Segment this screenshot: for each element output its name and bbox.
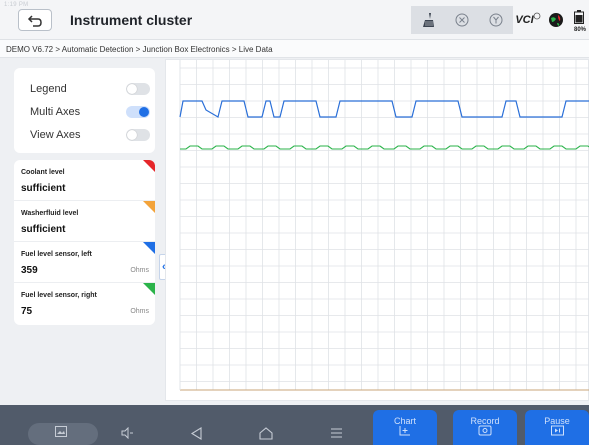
view-axes-switch[interactable] [126,129,150,141]
display-options-panel: Legend Multi Axes View Axes [14,68,155,153]
item-unit: Ohms [130,267,149,274]
item-unit: Ohms [130,308,149,315]
close-circle-icon[interactable] [445,6,479,34]
list-item[interactable]: Washerfluid level sufficient [14,201,155,242]
item-value: 75 [21,306,33,317]
record-icon [453,425,517,439]
legend-label: Legend [30,83,67,95]
list-item[interactable]: Fuel level sensor, right 75 Ohms [14,283,155,324]
vci-icon[interactable]: VCI [513,6,543,34]
item-name: Coolant level [21,169,65,176]
item-value: sufficient [21,224,66,235]
volume-icon[interactable] [121,426,135,441]
page-title: Instrument cluster [70,12,193,28]
legend-switch[interactable] [126,83,150,95]
status-time: 1:19 PM [4,2,29,8]
record-button[interactable]: Record [453,410,517,445]
chart-grid [179,60,589,390]
series-color-marker [143,201,155,213]
series-line-fuel-right [180,145,589,150]
multi-axes-switch[interactable] [126,106,150,118]
back-nav-icon[interactable] [190,427,203,442]
view-axes-label: View Axes [30,129,81,141]
list-item[interactable]: Coolant level sufficient [14,160,155,201]
chart-add-icon [373,425,437,439]
live-data-chart [165,59,589,401]
globe-icon[interactable] [543,6,569,34]
item-name: Washerfluid level [21,210,79,217]
series-line-fuel-left [179,100,589,118]
item-value: 359 [21,265,38,276]
back-arrow-icon [27,14,42,27]
series-color-marker [143,242,155,254]
screenshot-icon[interactable] [55,426,67,439]
live-data-list: Coolant level sufficient Washerfluid lev… [14,160,155,325]
header-toolbar: VCI 80% [411,6,589,34]
battery-percent: 80% [573,27,586,33]
multi-axes-label: Multi Axes [30,106,81,118]
item-name: Fuel level sensor, left [21,251,92,258]
back-button[interactable] [18,9,52,31]
chart-button[interactable]: Chart [373,410,437,445]
broom-icon[interactable] [411,6,445,34]
battery-icon: 80% [569,6,589,34]
pause-button[interactable]: Pause [525,410,589,445]
list-item[interactable]: Fuel level sensor, left 359 Ohms [14,242,155,283]
series-color-marker [143,283,155,295]
y-circle-icon[interactable] [479,6,513,34]
chart-canvas [179,60,589,391]
item-value: sufficient [21,183,66,194]
recents-nav-icon[interactable] [330,427,343,441]
breadcrumb: DEMO V6.72 > Automatic Detection > Junct… [0,40,589,58]
home-nav-icon[interactable] [259,427,273,442]
series-color-marker [143,160,155,172]
vci-label: VCI [515,14,534,26]
item-name: Fuel level sensor, right [21,292,97,299]
legend-toggle-row[interactable]: Legend [30,80,150,98]
multi-axes-toggle-row[interactable]: Multi Axes [30,103,150,121]
pause-icon [525,425,589,439]
view-axes-toggle-row[interactable]: View Axes [30,126,150,144]
app-header: 1:19 PM Instrument cluster VCI 80% [0,0,589,40]
